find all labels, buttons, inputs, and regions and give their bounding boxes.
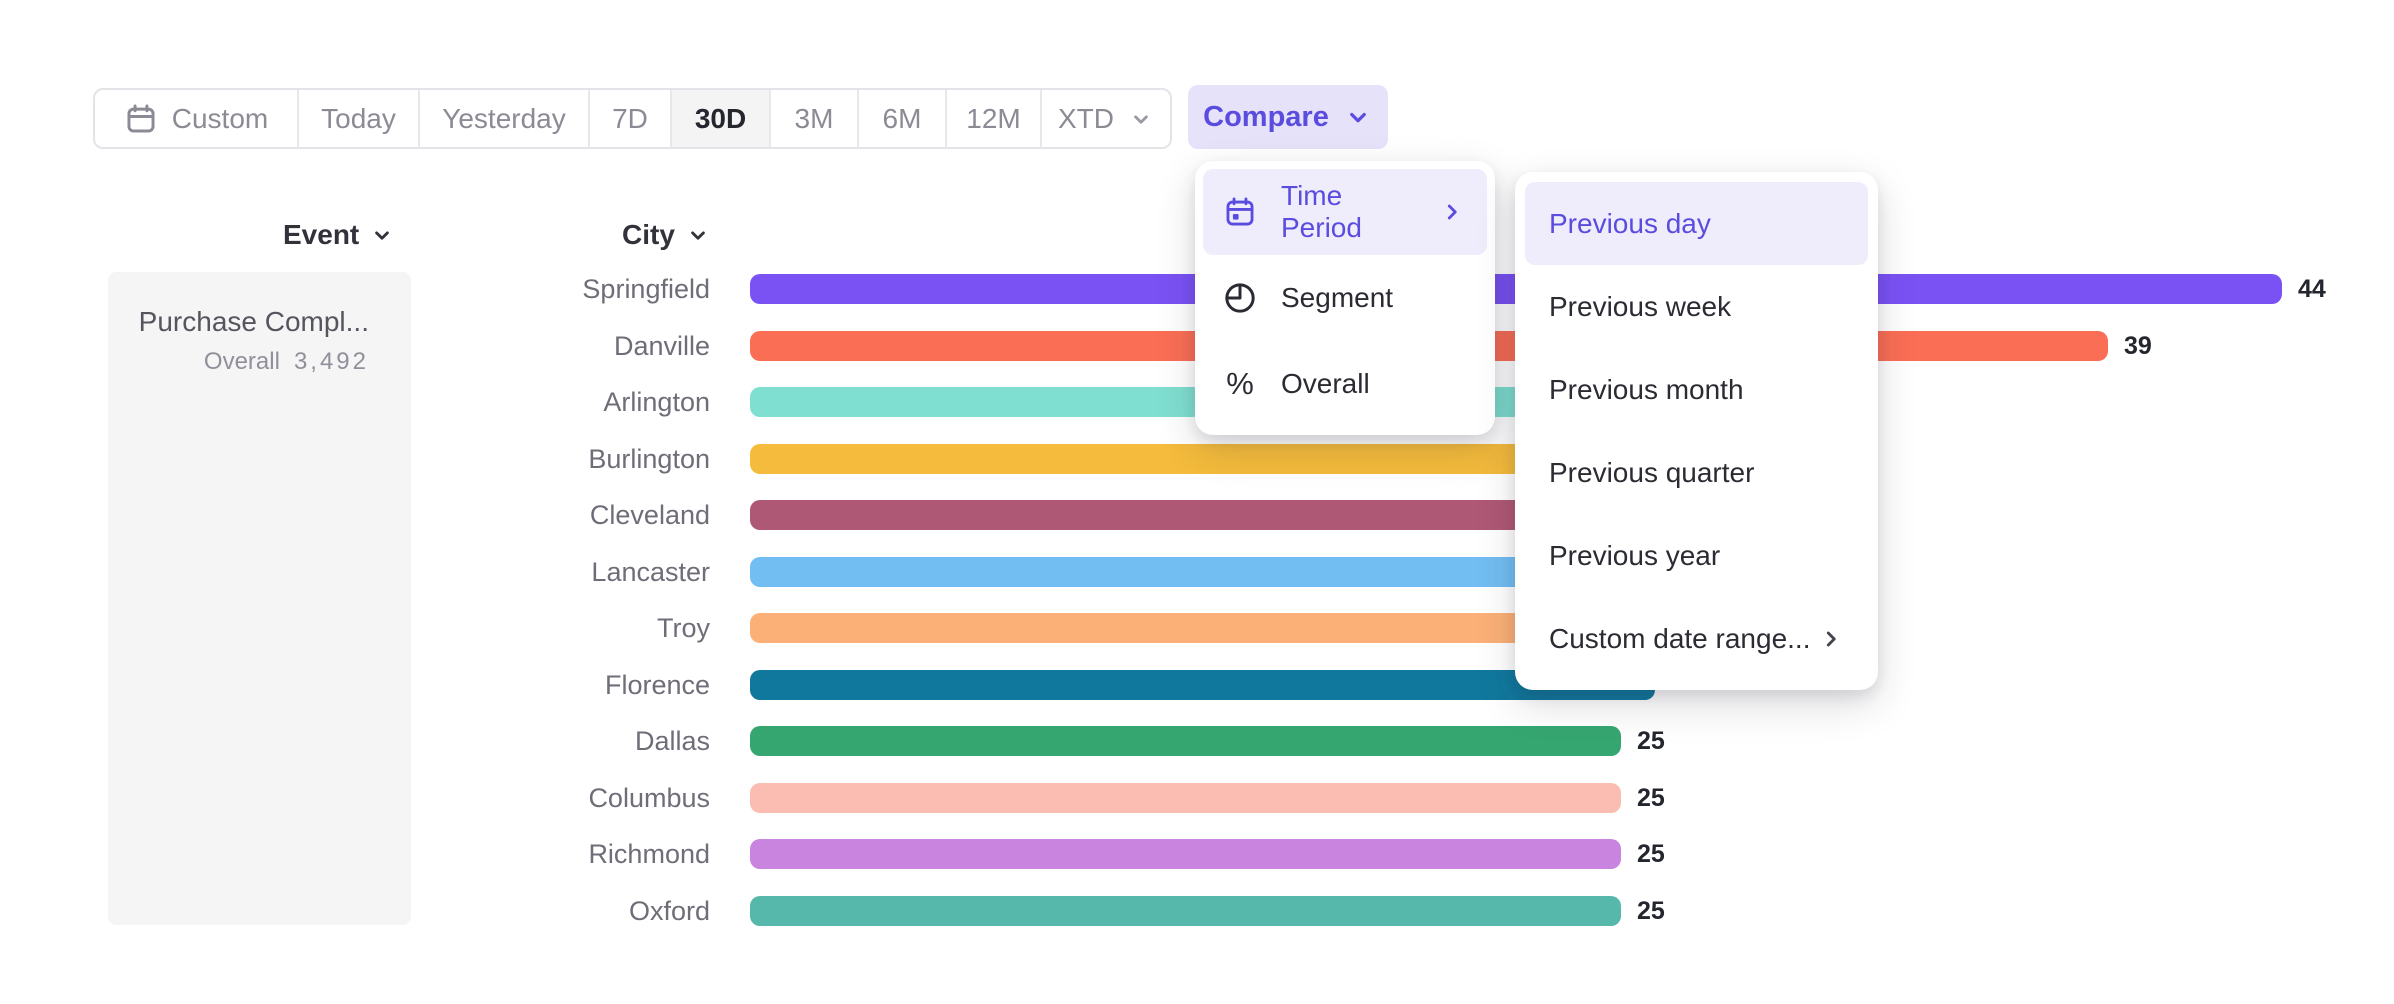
menu-item-segment[interactable]: Segment xyxy=(1203,255,1487,341)
city-label: Columbus xyxy=(400,783,710,813)
city-label: Oxford xyxy=(400,896,710,926)
menu-item-label: Previous day xyxy=(1549,208,1711,240)
city-label: Richmond xyxy=(400,839,710,869)
date-range-button-30d[interactable]: 30D xyxy=(672,90,771,147)
date-range-label: Custom xyxy=(172,103,268,135)
chevron-down-icon xyxy=(1128,106,1154,132)
city-label: Cleveland xyxy=(400,500,710,530)
menu-item-previous-day[interactable]: Previous day xyxy=(1525,182,1868,265)
calendar-icon xyxy=(124,102,158,136)
date-range-label: 7D xyxy=(612,103,648,135)
compare-dropdown-menu: Time Period Segment% Overall xyxy=(1195,161,1495,435)
date-range-button-custom[interactable]: Custom xyxy=(95,90,299,147)
compare-button-label: Compare xyxy=(1203,101,1329,134)
date-range-label: 3M xyxy=(795,103,834,135)
city-label: Danville xyxy=(400,331,710,361)
chart-row-columbus: Columbus 25 xyxy=(0,783,2394,813)
menu-item-label: Previous quarter xyxy=(1549,457,1754,489)
bar-value-label: 25 xyxy=(1637,839,1665,869)
menu-item-label: Previous month xyxy=(1549,374,1744,406)
chart-row-richmond: Richmond 25 xyxy=(0,839,2394,869)
date-range-button-today[interactable]: Today xyxy=(299,90,420,147)
menu-item-previous-week[interactable]: Previous week xyxy=(1525,265,1868,348)
chart-row-dallas: Dallas 25 xyxy=(0,726,2394,756)
date-range-label: XTD xyxy=(1058,103,1114,135)
bar-value-label: 25 xyxy=(1637,896,1665,926)
menu-item-overall[interactable]: % Overall xyxy=(1203,341,1487,427)
segment-icon xyxy=(1223,281,1257,315)
menu-item-label: Time Period xyxy=(1281,180,1391,244)
event-card[interactable]: Purchase Compl... Overall3,492 xyxy=(108,272,411,925)
city-label: Burlington xyxy=(400,444,710,474)
date-range-button-7d[interactable]: 7D xyxy=(590,90,672,147)
city-label: Arlington xyxy=(400,387,710,417)
city-label: Lancaster xyxy=(400,557,710,587)
menu-item-label: Overall xyxy=(1281,368,1370,400)
city-label: Springfield xyxy=(400,274,710,304)
chart-row-oxford: Oxford 25 xyxy=(0,896,2394,926)
calendar-icon xyxy=(1223,195,1257,229)
percent-icon: % xyxy=(1223,366,1257,402)
menu-item-label: Segment xyxy=(1281,282,1393,314)
chevron-down-icon xyxy=(1343,102,1373,132)
date-range-label: Yesterday xyxy=(442,103,566,135)
menu-item-previous-year[interactable]: Previous year xyxy=(1525,514,1868,597)
date-range-button-yesterday[interactable]: Yesterday xyxy=(420,90,590,147)
chevron-down-icon xyxy=(369,222,395,248)
bar-columbus[interactable] xyxy=(750,783,1621,813)
date-range-toolbar: Custom Today Yesterday 7D 30D 3M 6M 12M XTD xyxy=(93,88,1172,149)
event-column-header[interactable]: Event xyxy=(283,219,395,251)
date-range-button-6m[interactable]: 6M xyxy=(859,90,947,147)
analytics-app: Custom Today Yesterday 7D 30D 3M 6M 12M XTD Comp… xyxy=(0,0,2394,1004)
event-header-label: Event xyxy=(283,219,359,251)
date-range-button-12m[interactable]: 12M xyxy=(947,90,1042,147)
menu-item-label: Custom date range... xyxy=(1549,623,1810,655)
date-range-label: Today xyxy=(321,103,396,135)
city-label: Florence xyxy=(400,670,710,700)
chart-row-troy: Troy xyxy=(0,613,2394,643)
date-range-label: 6M xyxy=(883,103,922,135)
compare-button[interactable]: Compare xyxy=(1188,85,1388,149)
bar-dallas[interactable] xyxy=(750,726,1621,756)
chevron-down-icon xyxy=(685,222,711,248)
menu-item-previous-quarter[interactable]: Previous quarter xyxy=(1525,431,1868,514)
city-column-header[interactable]: City xyxy=(622,219,711,251)
chart-row-florence: Florence xyxy=(0,670,2394,700)
chevron-right-icon xyxy=(1818,626,1844,652)
chart-row-burlington: Burlington xyxy=(0,444,2394,474)
bar-value-label: 39 xyxy=(2124,331,2152,361)
chart-row-cleveland: Cleveland xyxy=(0,500,2394,530)
bar-value-label: 44 xyxy=(2298,274,2326,304)
bar-oxford[interactable] xyxy=(750,896,1621,926)
date-range-label: 30D xyxy=(695,103,746,135)
menu-item-custom-date-range[interactable]: Custom date range... xyxy=(1525,597,1868,680)
menu-item-label: Previous week xyxy=(1549,291,1731,323)
bar-richmond[interactable] xyxy=(750,839,1621,869)
city-label: Troy xyxy=(400,613,710,643)
date-range-label: 12M xyxy=(966,103,1020,135)
date-range-button-xtd[interactable]: XTD xyxy=(1042,90,1170,147)
chevron-right-icon xyxy=(1439,199,1465,225)
date-range-button-3m[interactable]: 3M xyxy=(771,90,859,147)
time-period-submenu: Previous day Previous week Previous month P… xyxy=(1515,172,1878,690)
menu-item-previous-month[interactable]: Previous month xyxy=(1525,348,1868,431)
menu-item-time-period[interactable]: Time Period xyxy=(1203,169,1487,255)
bar-value-label: 25 xyxy=(1637,783,1665,813)
chart-row-lancaster: Lancaster xyxy=(0,557,2394,587)
city-label: Dallas xyxy=(400,726,710,756)
bar-value-label: 25 xyxy=(1637,726,1665,756)
city-header-label: City xyxy=(622,219,675,251)
menu-item-label: Previous year xyxy=(1549,540,1720,572)
